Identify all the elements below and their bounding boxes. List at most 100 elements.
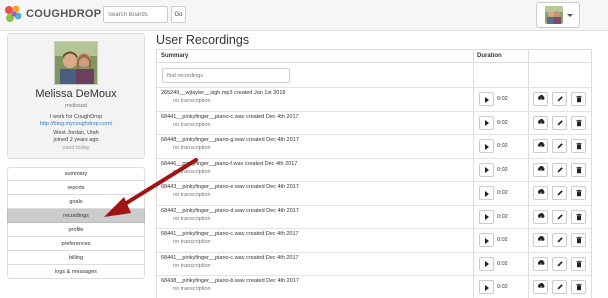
play-icon[interactable] xyxy=(479,162,494,177)
cloud-download-icon[interactable] xyxy=(533,115,548,130)
trash-icon[interactable] xyxy=(571,280,586,294)
top-bar: COUGHDROP Go xyxy=(0,0,608,31)
brand-name[interactable]: COUGHDROP xyxy=(26,8,101,20)
recording-duration: 0:02 xyxy=(497,190,508,196)
play-icon[interactable] xyxy=(479,209,494,224)
cloud-download-icon[interactable] xyxy=(533,92,548,106)
profile-last-used: used today xyxy=(62,145,90,151)
profile-card: Melissa DeMoux melissad I work for Cough… xyxy=(7,33,145,159)
play-icon[interactable] xyxy=(479,280,494,294)
pencil-icon[interactable] xyxy=(552,280,567,294)
trash-icon[interactable] xyxy=(571,209,586,224)
chevron-down-icon xyxy=(567,14,573,17)
play-icon[interactable] xyxy=(479,92,494,106)
coughdrop-logo-icon[interactable] xyxy=(2,3,24,25)
nav-item-goals[interactable]: goals xyxy=(7,195,145,209)
trash-icon[interactable] xyxy=(571,162,586,177)
profile-name: Melissa DeMoux xyxy=(35,88,117,100)
recording-duration: 0:02 xyxy=(497,119,508,126)
nav-item-recordings[interactable]: recordings xyxy=(7,209,145,223)
nav-item-preferences[interactable]: preferences xyxy=(7,237,145,251)
recording-transcription: no transcription xyxy=(173,121,211,128)
recording-transcription: no transcription xyxy=(173,192,211,198)
go-button[interactable]: Go xyxy=(171,6,186,23)
play-icon[interactable] xyxy=(479,186,494,200)
nav-item-profile[interactable]: profile xyxy=(7,223,145,237)
recording-duration: 0:02 xyxy=(497,166,508,173)
pencil-icon[interactable] xyxy=(552,209,567,224)
recording-duration: 0:02 xyxy=(497,96,508,102)
recording-name: 68448__pinkyfinger__piano-g.wav created … xyxy=(161,137,299,143)
cloud-download-icon[interactable] xyxy=(533,209,548,224)
nav-item-summary[interactable]: summary xyxy=(7,167,145,181)
profile-joined: joined 2 years ago xyxy=(53,137,99,143)
profile-location: West Jordan, Utah xyxy=(53,130,99,136)
recording-name: 68441__pinkyfinger__piano-c.wav created … xyxy=(161,254,299,261)
row-separator xyxy=(157,110,591,112)
cloud-download-icon[interactable] xyxy=(533,233,548,247)
pencil-icon[interactable] xyxy=(552,233,567,247)
row-separator xyxy=(157,204,591,206)
profile-photo xyxy=(54,41,98,85)
play-icon[interactable] xyxy=(479,256,494,271)
side-nav: summary reports goals recordings profile… xyxy=(7,167,145,279)
row-separator xyxy=(157,251,591,253)
recording-name: 68441__pinkyfinger__piano-c.wav created … xyxy=(161,231,299,237)
recording-transcription: no transcription xyxy=(173,262,211,269)
table-header: Summary Duration xyxy=(157,50,591,63)
row-separator xyxy=(157,181,591,182)
recording-name: 68441__pinkyfinger__piano-c.wav created … xyxy=(161,113,299,120)
cloud-download-icon[interactable] xyxy=(533,139,548,153)
nav-item-reports[interactable]: reports xyxy=(7,181,145,195)
profile-bio: I work for CoughDrop xyxy=(49,114,103,120)
recording-transcription: no transcription xyxy=(173,239,211,245)
play-icon[interactable] xyxy=(479,139,494,153)
trash-icon[interactable] xyxy=(571,256,586,271)
column-header-summary: Summary xyxy=(161,53,189,59)
profile-link[interactable]: http://blog.mycoughdrop.com/ xyxy=(8,121,144,127)
pencil-icon[interactable] xyxy=(552,115,567,130)
row-separator xyxy=(157,87,591,88)
recording-duration: 0:02 xyxy=(497,143,508,149)
recording-transcription: no transcription xyxy=(173,215,211,222)
recording-name: 68442__pinkyfinger__piano-d.wav created … xyxy=(161,207,299,214)
trash-icon[interactable] xyxy=(571,92,586,106)
recording-duration: 0:02 xyxy=(497,284,508,290)
recording-duration: 0:02 xyxy=(497,213,508,220)
pencil-icon[interactable] xyxy=(552,92,567,106)
user-menu-button[interactable] xyxy=(536,2,580,28)
app-root: COUGHDROP Go xyxy=(0,0,608,298)
row-separator xyxy=(157,157,591,159)
recording-name: 68443__pinkyfinger__piano-e.wav created … xyxy=(161,184,299,190)
trash-icon[interactable] xyxy=(571,233,586,247)
play-icon[interactable] xyxy=(479,233,494,247)
pencil-icon[interactable] xyxy=(552,162,567,177)
cloud-download-icon[interactable] xyxy=(533,256,548,271)
cloud-download-icon[interactable] xyxy=(533,186,548,200)
trash-icon[interactable] xyxy=(571,139,586,153)
column-header-duration: Duration xyxy=(477,53,502,59)
find-recordings-input[interactable] xyxy=(162,68,290,83)
trash-icon[interactable] xyxy=(571,115,586,130)
recording-name: 68446__pinkyfinger__piano-f.wav created … xyxy=(161,160,298,167)
search-boards-input[interactable] xyxy=(103,6,168,23)
pencil-icon[interactable] xyxy=(552,139,567,153)
recording-name: 265249__wjtayler__sigh.mp3 created Jan 1… xyxy=(161,90,286,96)
pencil-icon[interactable] xyxy=(552,186,567,200)
trash-icon[interactable] xyxy=(571,186,586,200)
page-title: User Recordings xyxy=(156,33,250,47)
play-icon[interactable] xyxy=(479,115,494,130)
recording-duration: 0:02 xyxy=(497,237,508,243)
profile-username: melissad xyxy=(65,103,87,109)
row-separator xyxy=(157,275,591,276)
recording-transcription: no transcription xyxy=(173,98,211,104)
recording-transcription: no transcription xyxy=(173,168,211,175)
row-separator xyxy=(157,228,591,229)
pencil-icon[interactable] xyxy=(552,256,567,271)
nav-item-billing[interactable]: billing xyxy=(7,251,145,265)
recording-transcription: no transcription xyxy=(173,145,211,151)
nav-item-logs-messages[interactable]: logs & messages xyxy=(7,265,145,279)
cloud-download-icon[interactable] xyxy=(533,280,548,294)
recording-name: 68438__pinkyfinger__piano-b.wav created … xyxy=(161,278,299,284)
cloud-download-icon[interactable] xyxy=(533,162,548,177)
